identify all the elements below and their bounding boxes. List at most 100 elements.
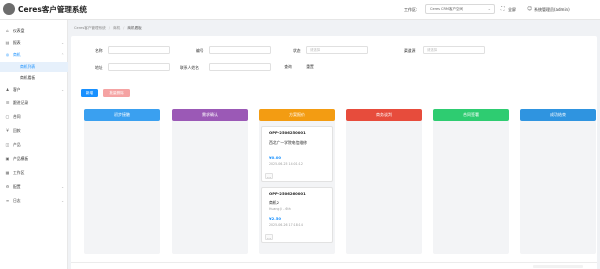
- sidebar-item-customer[interactable]: ♟ 客户 ⌄: [0, 85, 68, 95]
- opportunity-icon: ◎: [5, 52, 10, 57]
- batch-delete-button[interactable]: 批量删除: [103, 89, 130, 97]
- stage-column-needs-confirmed: [172, 109, 248, 254]
- status-label: 状态: [293, 48, 301, 53]
- stage-column-negotiation: [346, 109, 422, 254]
- breadcrumb-separator: /: [108, 26, 110, 30]
- name-label: 名称: [95, 48, 103, 53]
- fullscreen-icon[interactable]: ⛶: [501, 6, 505, 12]
- logo-icon: [3, 3, 15, 15]
- search-button[interactable]: 查询: [280, 63, 296, 71]
- add-button[interactable]: 新增: [81, 89, 98, 97]
- card-amount: ¥0.00: [269, 155, 282, 160]
- sidebar-item-dashboard[interactable]: ⌂ 仪表盘: [0, 26, 68, 36]
- sidebar-item-label: 回款: [13, 128, 21, 133]
- card-amount: ¥2.50: [269, 216, 282, 221]
- app-title: Ceres客户管理系统: [18, 5, 87, 14]
- contract-icon: ▢: [5, 114, 10, 119]
- contact-name-input[interactable]: [209, 63, 271, 71]
- stage-header-closed-won: 成功结束: [520, 109, 596, 121]
- stage-header-initial-contact: 初步接触: [84, 109, 160, 121]
- sidebar-item-opportunity-board[interactable]: 商机看板: [0, 73, 68, 83]
- card-date: 2025-06-25 14:01:12: [269, 162, 303, 166]
- stage-header-contract: 合同签署: [433, 109, 509, 121]
- chevron-up-icon: ⌃: [61, 53, 64, 57]
- chart-icon: ▤: [5, 40, 10, 45]
- chevron-down-icon: ⌄: [487, 6, 491, 11]
- stage-column-contract: [433, 109, 509, 254]
- breadcrumb-item-home[interactable]: Ceres客户管理系统: [74, 26, 106, 30]
- workspace-select[interactable]: Ceres CRM客户空间 ⌄: [425, 4, 495, 14]
- product-icon: ◫: [5, 142, 10, 147]
- sidebar-item-label: 产品模板: [13, 156, 29, 161]
- chevron-down-icon: ⌄: [61, 88, 64, 92]
- sidebar-item-contract[interactable]: ▢ 合同: [0, 112, 68, 122]
- pagination-placeholder: [533, 265, 583, 268]
- sidebar-item-label: 产品: [13, 142, 21, 147]
- name-input[interactable]: [108, 46, 170, 54]
- stage-header-needs-confirmed: 需求确认: [172, 109, 248, 121]
- sidebar-item-log[interactable]: ≡ 日志 ⌄: [0, 196, 68, 206]
- opportunity-card[interactable]: OPP-2506260001 商机2 Huang Ji - 6th ¥2.50 …: [261, 187, 333, 243]
- chevron-down-icon: ⌄: [61, 41, 64, 45]
- template-icon: ▣: [5, 156, 10, 161]
- address-input[interactable]: [108, 63, 170, 71]
- sidebar-item-product-template[interactable]: ▣ 产品模板: [0, 154, 68, 164]
- stage-column-initial-contact: [84, 109, 160, 254]
- number-input[interactable]: [209, 46, 271, 54]
- sidebar-item-opportunity-list[interactable]: 商机列表: [0, 62, 68, 72]
- sidebar-item-label: 工作区: [13, 170, 25, 175]
- chevron-down-icon: ⌄: [61, 199, 64, 203]
- breadcrumb-separator: /: [123, 26, 125, 30]
- opportunity-card[interactable]: OPP-2506250001 西北广一学院电信维修 ¥0.00 2025-06-…: [261, 126, 333, 182]
- sidebar-item-label: 商机列表: [20, 64, 36, 69]
- reset-button[interactable]: 重置: [302, 63, 318, 71]
- sidebar-item-label: 客户: [13, 87, 21, 92]
- more-options-button[interactable]: ...: [265, 173, 273, 179]
- contact-label: 联系人姓名: [180, 65, 199, 70]
- sidebar-item-opportunity[interactable]: ◎ 商机 ⌃: [0, 50, 68, 60]
- sidebar-item-label: 合同: [13, 114, 21, 119]
- sidebar-item-label: 仪表盘: [13, 28, 25, 33]
- channel-placeholder: 请选择: [427, 48, 438, 52]
- fullscreen-button[interactable]: 全屏: [508, 7, 516, 13]
- settings-icon: ⚙: [5, 184, 10, 189]
- workspace-value: Ceres CRM客户空间: [430, 7, 463, 11]
- status-select[interactable]: 请选择: [306, 46, 368, 54]
- sidebar-item-product[interactable]: ◫ 产品: [0, 140, 68, 150]
- sidebar-item-payment[interactable]: ¥ 回款: [0, 126, 68, 136]
- sidebar-item-workspace[interactable]: ▦ 工作区: [0, 168, 68, 178]
- workspace-label: 工作区:: [404, 7, 418, 12]
- card-code: OPP-2506260001: [269, 191, 306, 196]
- number-label: 编号: [196, 48, 204, 53]
- stage-header-negotiation: 商务谈判: [346, 109, 422, 121]
- sidebar: ⌂ 仪表盘 ▤ 报表 ⌄ ◎ 商机 ⌃ 商机列表 商机看板 ♟ 客户 ⌄ ☰ 跟…: [0, 20, 68, 269]
- sidebar-item-followup[interactable]: ☰ 跟进记录: [0, 98, 68, 108]
- breadcrumb-item-opportunity[interactable]: 商机: [113, 26, 120, 30]
- pagination-bar: [71, 262, 597, 269]
- sidebar-item-label: 日志: [13, 198, 21, 203]
- workspace-icon: ▦: [5, 170, 10, 175]
- breadcrumb-item-current: 商机看板: [127, 26, 142, 30]
- sidebar-item-reports[interactable]: ▤ 报表 ⌄: [0, 38, 68, 48]
- sidebar-item-label: 跟进记录: [13, 100, 29, 105]
- dashboard-icon: ⌂: [6, 28, 9, 33]
- card-date: 2025-06-26 17:18:14: [269, 223, 303, 227]
- sidebar-item-label: 商机: [13, 52, 21, 57]
- more-options-button[interactable]: ...: [265, 234, 273, 240]
- card-code: OPP-2506250001: [269, 130, 306, 135]
- sidebar-item-settings[interactable]: ⚙ 配置 ⌄: [0, 182, 68, 192]
- channel-label: 渠道源: [404, 48, 416, 53]
- sidebar-item-label: 配置: [13, 184, 21, 189]
- status-placeholder: 请选择: [310, 48, 321, 52]
- top-bar: Ceres客户管理系统 工作区: Ceres CRM客户空间 ⌄ ⛶ 全屏 ☺ …: [0, 0, 600, 20]
- customer-icon: ♟: [5, 87, 10, 92]
- stage-column-closed-won: [520, 109, 596, 254]
- user-menu[interactable]: 系统管理员(admin): [534, 7, 570, 13]
- sidebar-item-label: 报表: [13, 40, 21, 45]
- user-icon: ☺: [527, 6, 533, 12]
- card-name: 西北广一学院电信维修: [269, 140, 307, 145]
- address-label: 地址: [95, 65, 103, 70]
- breadcrumb: Ceres客户管理系统 / 商机 / 商机看板: [74, 24, 142, 32]
- log-icon: ≡: [5, 198, 10, 203]
- channel-select[interactable]: 请选择: [423, 46, 485, 54]
